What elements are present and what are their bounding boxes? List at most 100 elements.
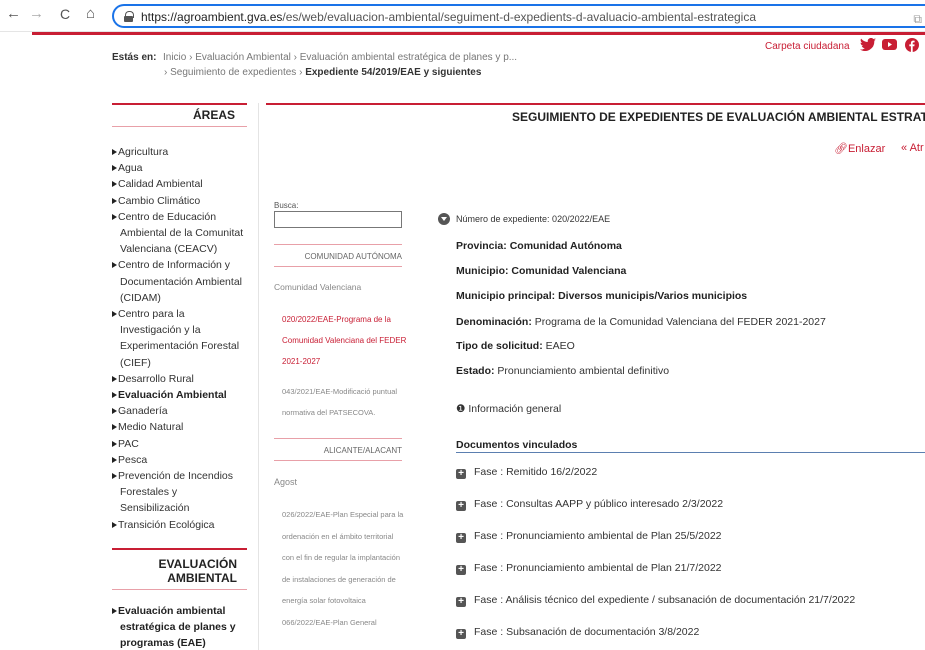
reload-icon[interactable]: C	[60, 6, 70, 22]
field-value: Diversos municipis/Varios municipios	[555, 290, 748, 302]
expediente-link[interactable]: con el fin de regular la implantación	[282, 553, 400, 562]
fase-item[interactable]: + Fase : Pronunciamiento ambiental de Pla…	[456, 530, 722, 543]
expediente-link[interactable]: 026/2022/EAE-Plan Especial para la	[282, 510, 403, 519]
search-input[interactable]	[274, 211, 402, 228]
sidebar-item[interactable]: Agricultura	[112, 146, 168, 158]
twitter-icon[interactable]	[860, 37, 876, 54]
sidebar-item[interactable]: Centro de Información y	[112, 259, 230, 271]
expand-plus-icon[interactable]: +	[456, 629, 466, 639]
bullet-arrow-icon	[112, 311, 117, 317]
sidebar-item[interactable]: PAC	[112, 438, 139, 450]
fase-item[interactable]: + Fase : Subsanación de documentación 3/8…	[456, 626, 699, 639]
sidebar-item[interactable]: Ganadería	[112, 405, 168, 417]
youtube-icon[interactable]	[882, 38, 897, 54]
sidebar-item-cont[interactable]: (CIDAM)	[120, 292, 161, 304]
breadcrumb-line-2[interactable]: › Seguimiento de expedientes › Expedient…	[164, 67, 481, 78]
breadcrumb-line-1[interactable]: Inicio › Evaluación Ambiental › Evaluaci…	[163, 52, 517, 63]
areas-divider	[112, 103, 247, 105]
sidebar-item-cont[interactable]: Experimentación Forestal	[120, 340, 239, 352]
sidebar-item-cont[interactable]: (CIEF)	[120, 357, 151, 369]
field-value: EAEO	[542, 340, 575, 352]
sidebar-item[interactable]: Calidad Ambiental	[112, 178, 203, 190]
collapse-toggle-icon[interactable]	[438, 213, 450, 225]
field-value: Programa de la Comunidad Valenciana del …	[531, 316, 826, 328]
sidebar-item[interactable]: Centro para la	[112, 308, 185, 320]
sidebar-item[interactable]: Evaluación Ambiental	[112, 389, 227, 401]
fase-label: Fase : Subsanación de documentación 3/8/…	[474, 626, 700, 638]
expediente-link[interactable]: ordenación en el ámbito territorial	[282, 532, 393, 541]
fase-item[interactable]: + Fase : Análisis técnico del expediente …	[456, 594, 855, 607]
fase-item[interactable]: + Fase : Consultas AAPP y público interes…	[456, 498, 723, 511]
bullet-arrow-icon	[112, 392, 117, 398]
expediente-link[interactable]: 066/2022/EAE-Plan General	[282, 618, 377, 627]
back-arrow-icon[interactable]: ←	[6, 6, 21, 22]
expediente-link-active[interactable]: 2021-2027	[282, 357, 320, 366]
sidebar-item-label: Evaluación Ambiental	[118, 389, 227, 401]
areas-underline	[112, 126, 247, 127]
field-label: Tipo de solicitud:	[456, 340, 543, 352]
sidebar-item[interactable]: Transición Ecológica	[112, 519, 215, 531]
bullet-arrow-icon	[112, 213, 117, 220]
bullet-arrow-icon	[112, 440, 117, 447]
expediente-link[interactable]: de instalaciones de generación de	[282, 575, 396, 584]
sidebar-item-eae[interactable]: Evaluación ambiental	[112, 605, 225, 617]
eval-title-1: EVALUACIÓN	[158, 557, 237, 571]
sidebar-item[interactable]: Agua	[112, 162, 143, 174]
fase-item[interactable]: + Fase : Pronunciamiento ambiental de Pla…	[456, 562, 722, 575]
sidebar-item-label: Ganadería	[118, 405, 168, 418]
sidebar-item-cont[interactable]: Forestales y	[120, 486, 177, 498]
expediente-field: Tipo de solicitud: EAEO	[456, 340, 575, 352]
sidebar-item[interactable]: Desarrollo Rural	[112, 373, 194, 385]
expand-plus-icon[interactable]: +	[456, 565, 466, 575]
sidebar-item-eae-cont[interactable]: programas (EAE)	[120, 637, 206, 649]
alicante-divider	[274, 438, 402, 439]
back-link[interactable]: « Atr	[901, 142, 924, 154]
expediente-number: Número de expediente: 020/2022/EAE	[456, 214, 611, 224]
sidebar-item-eae-cont[interactable]: estratégica de planes y	[120, 621, 236, 633]
share-icon[interactable]: ⧉	[913, 12, 922, 27]
enlazar-link[interactable]: 🔗︎Enlazar	[834, 142, 885, 155]
expediente-link-active[interactable]: Comunidad Valenciana del FEDER	[282, 336, 406, 345]
bullet-arrow-icon	[112, 375, 117, 382]
bullet-arrow-icon	[112, 149, 117, 155]
expand-plus-icon[interactable]: +	[456, 533, 466, 543]
expand-plus-icon[interactable]: +	[456, 469, 466, 479]
bullet-arrow-icon	[112, 262, 117, 269]
expediente-link[interactable]: energía solar fotovoltaica	[282, 596, 366, 605]
link-icon: 🔗︎	[834, 143, 848, 155]
sidebar-item[interactable]: Pesca	[112, 454, 147, 466]
field-label: Municipio:	[456, 265, 509, 277]
sidebar-item-cont[interactable]: Valenciana (CEACV)	[120, 243, 217, 255]
field-value: Comunidad Autónoma	[506, 240, 622, 252]
sidebar-item[interactable]: Medio Natural	[112, 421, 183, 433]
sidebar-item-cont[interactable]: Investigación y la	[120, 324, 201, 336]
bullet-arrow-icon	[112, 424, 117, 431]
fase-item[interactable]: + Fase : Remitido 16/2/2022	[456, 466, 597, 479]
expand-plus-icon[interactable]: +	[456, 501, 466, 511]
sidebar-item-label: Calidad Ambiental	[118, 178, 203, 191]
address-bar[interactable]: https://agroambient.gva.es/es/web/evalua…	[112, 4, 925, 28]
expediente-link[interactable]: 043/2021/EAE-Modificació puntual	[282, 387, 397, 396]
facebook-icon[interactable]	[905, 38, 919, 55]
sidebar-item-cont[interactable]: Ambiental de la Comunitat	[120, 227, 243, 239]
sidebar-item[interactable]: Centro de Educación	[112, 211, 216, 223]
fase-label: Fase : Análisis técnico del expediente /…	[474, 594, 856, 606]
forward-arrow-icon[interactable]: →	[29, 6, 44, 22]
sidebar-item-label: Pesca	[118, 453, 148, 466]
sidebar-item-cont[interactable]: Sensibilización	[120, 502, 189, 514]
info-general-link[interactable]: ❶ Información general	[456, 403, 561, 415]
expediente-link-active[interactable]: 020/2022/EAE-Programa de la	[282, 315, 391, 324]
sidebar-item[interactable]: Prevención de Incendios	[112, 470, 233, 482]
sidebar-item-cont[interactable]: Documentación Ambiental	[120, 276, 242, 288]
expediente-field: Estado: Pronunciamiento ambiental defini…	[456, 365, 669, 377]
info-icon: ❶	[456, 403, 466, 415]
home-icon[interactable]: ⌂	[86, 6, 95, 22]
comunidad-heading: COMUNIDAD AUTÓNOMA	[304, 252, 402, 261]
bullet-arrow-icon	[112, 181, 117, 188]
sidebar-item[interactable]: Cambio Climático	[112, 195, 200, 207]
carpeta-ciudadana-link[interactable]: Carpeta ciudadana	[765, 41, 850, 52]
expediente-link[interactable]: normativa del PATSECOVA.	[282, 408, 375, 417]
expand-plus-icon[interactable]: +	[456, 597, 466, 607]
breadcrumb: Estás en:	[112, 52, 156, 63]
field-label: Provincia:	[456, 240, 507, 252]
